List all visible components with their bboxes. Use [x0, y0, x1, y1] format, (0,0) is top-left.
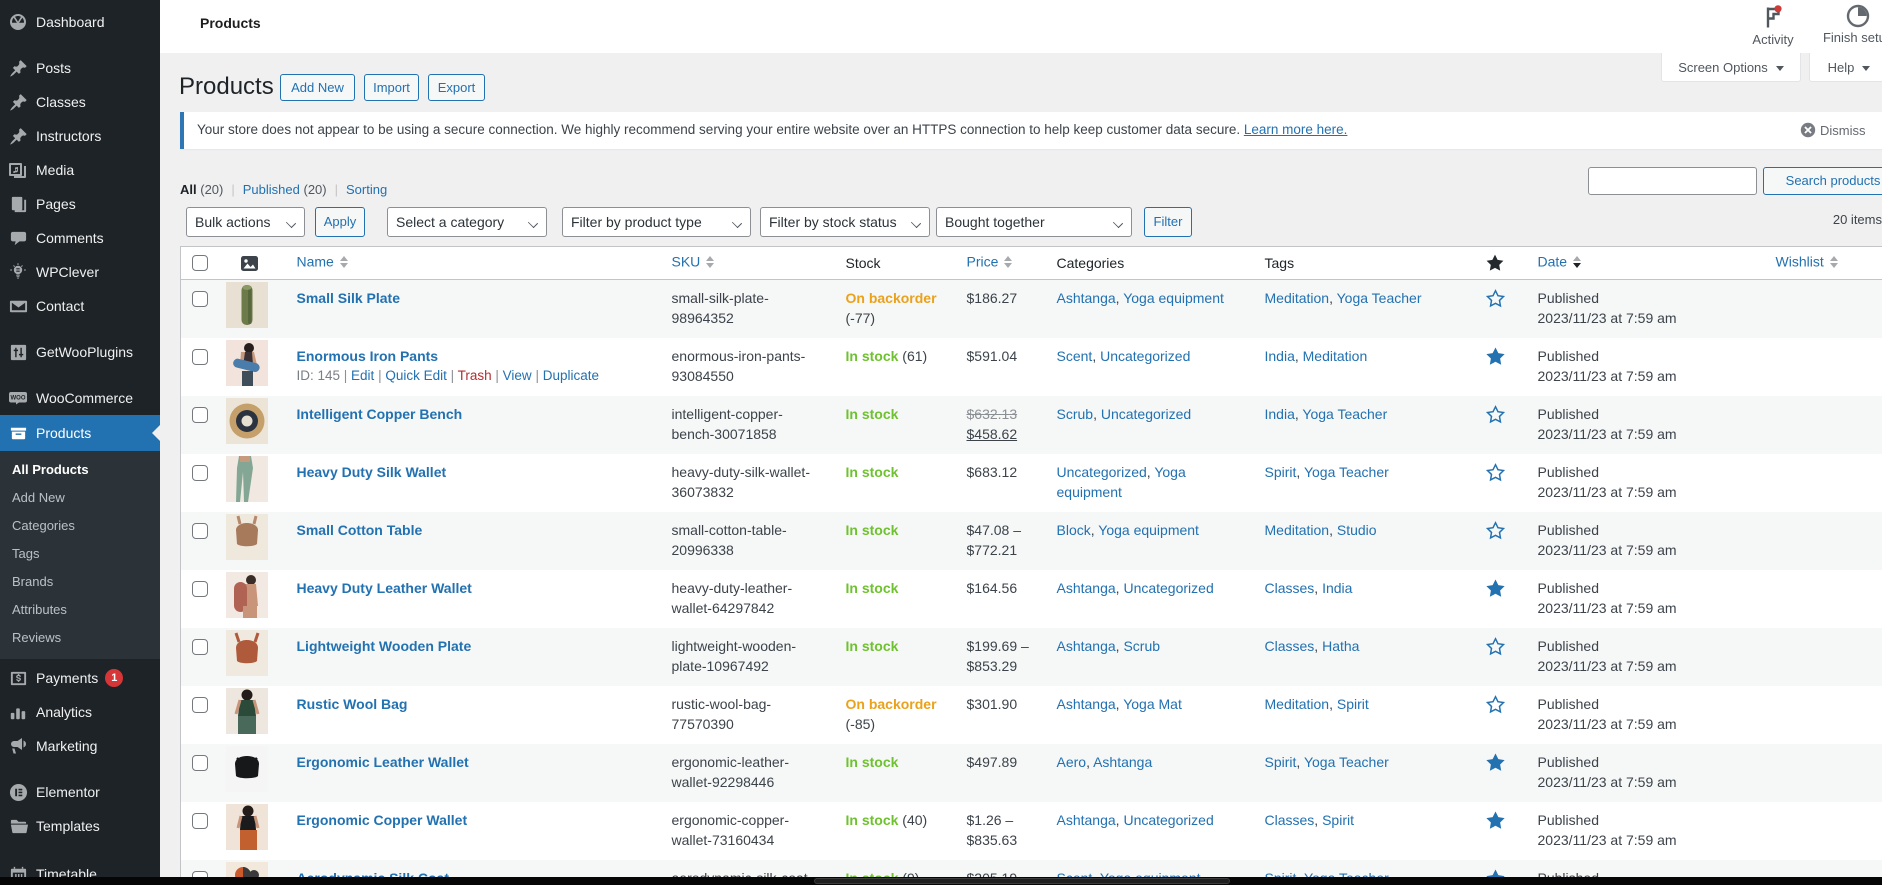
svg-text:WOO: WOO [11, 396, 26, 402]
